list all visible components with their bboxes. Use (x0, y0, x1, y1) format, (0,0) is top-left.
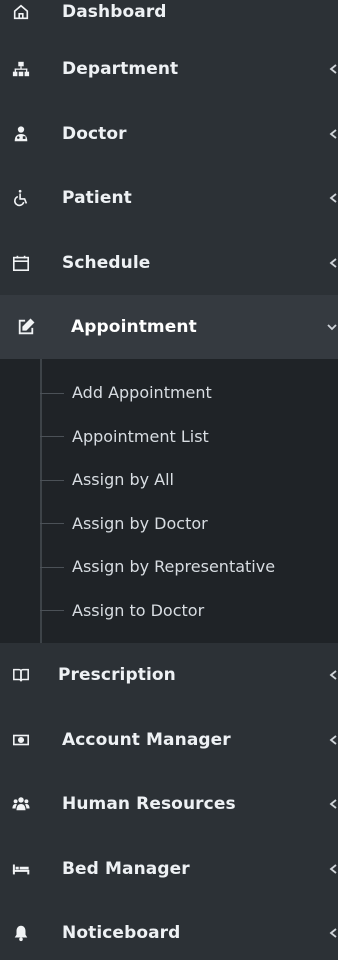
sidebar-item-dashboard[interactable]: Dashboard (0, 0, 338, 37)
sitemap-icon (11, 59, 31, 79)
sidebar-item-human-resources[interactable]: Human Resources (0, 772, 338, 837)
sidebar-item-label: Doctor (62, 123, 127, 144)
sidebar-item-account-manager[interactable]: Account Manager (0, 708, 338, 773)
submenu-item-label: Assign by Doctor (72, 513, 208, 533)
sidebar-item-doctor[interactable]: Doctor (0, 102, 338, 167)
sidebar-item-prescription[interactable]: Prescription (0, 643, 338, 708)
sidebar-item-label: Bed Manager (62, 858, 190, 879)
chevron-left-icon (328, 797, 338, 811)
submenu-item-appointment-list[interactable]: Appointment List (0, 415, 338, 459)
sidebar: Dashboard Department Doctor Patient Sche… (0, 0, 338, 960)
wheelchair-icon (11, 188, 31, 208)
submenu-item-label: Assign to Doctor (72, 600, 205, 620)
calendar-icon (11, 253, 31, 273)
sidebar-item-patient[interactable]: Patient (0, 166, 338, 231)
submenu-item-label: Assign by All (72, 470, 174, 490)
sidebar-item-appointment[interactable]: Appointment (0, 295, 338, 359)
sidebar-item-label: Department (62, 59, 179, 80)
edit-icon (16, 317, 36, 337)
sidebar-item-noticeboard[interactable]: Noticeboard (0, 901, 338, 960)
appointment-submenu: Add Appointment Appointment List Assign … (0, 359, 338, 643)
submenu-item-label: Appointment List (72, 426, 209, 446)
sidebar-item-label: Dashboard (62, 2, 167, 22)
submenu-item-label: Assign by Representative (72, 557, 276, 577)
submenu-item-assign-to-doctor[interactable]: Assign to Doctor (0, 589, 338, 633)
sidebar-item-label: Appointment (71, 317, 197, 337)
sidebar-item-label: Human Resources (62, 794, 236, 815)
money-icon (11, 730, 31, 750)
chevron-left-icon (328, 862, 338, 876)
submenu-item-add-appointment[interactable]: Add Appointment (0, 371, 338, 415)
sidebar-item-label: Schedule (62, 252, 151, 273)
doctor-icon (11, 124, 31, 144)
sidebar-item-department[interactable]: Department (0, 37, 338, 102)
chevron-left-icon (328, 926, 338, 940)
sidebar-item-label: Noticeboard (62, 923, 181, 944)
book-icon (11, 665, 31, 685)
sidebar-item-schedule[interactable]: Schedule (0, 231, 338, 296)
chevron-left-icon (328, 668, 338, 682)
chevron-down-icon (326, 322, 338, 332)
users-icon (11, 794, 31, 814)
submenu-item-label: Add Appointment (72, 383, 212, 403)
home-icon (11, 2, 31, 22)
submenu-item-assign-by-representative[interactable]: Assign by Representative (0, 545, 338, 589)
sidebar-item-label: Account Manager (62, 729, 231, 750)
chevron-left-icon (328, 733, 338, 747)
bell-icon (11, 923, 31, 943)
submenu-item-assign-by-doctor[interactable]: Assign by Doctor (0, 502, 338, 546)
sidebar-item-label: Prescription (58, 665, 176, 686)
chevron-left-icon (328, 62, 338, 76)
submenu-item-assign-by-all[interactable]: Assign by All (0, 458, 338, 502)
bed-icon (11, 859, 31, 879)
chevron-left-icon (328, 127, 338, 141)
chevron-left-icon (328, 256, 338, 270)
chevron-left-icon (328, 191, 338, 205)
sidebar-item-bed-manager[interactable]: Bed Manager (0, 837, 338, 902)
sidebar-item-label: Patient (62, 188, 132, 209)
